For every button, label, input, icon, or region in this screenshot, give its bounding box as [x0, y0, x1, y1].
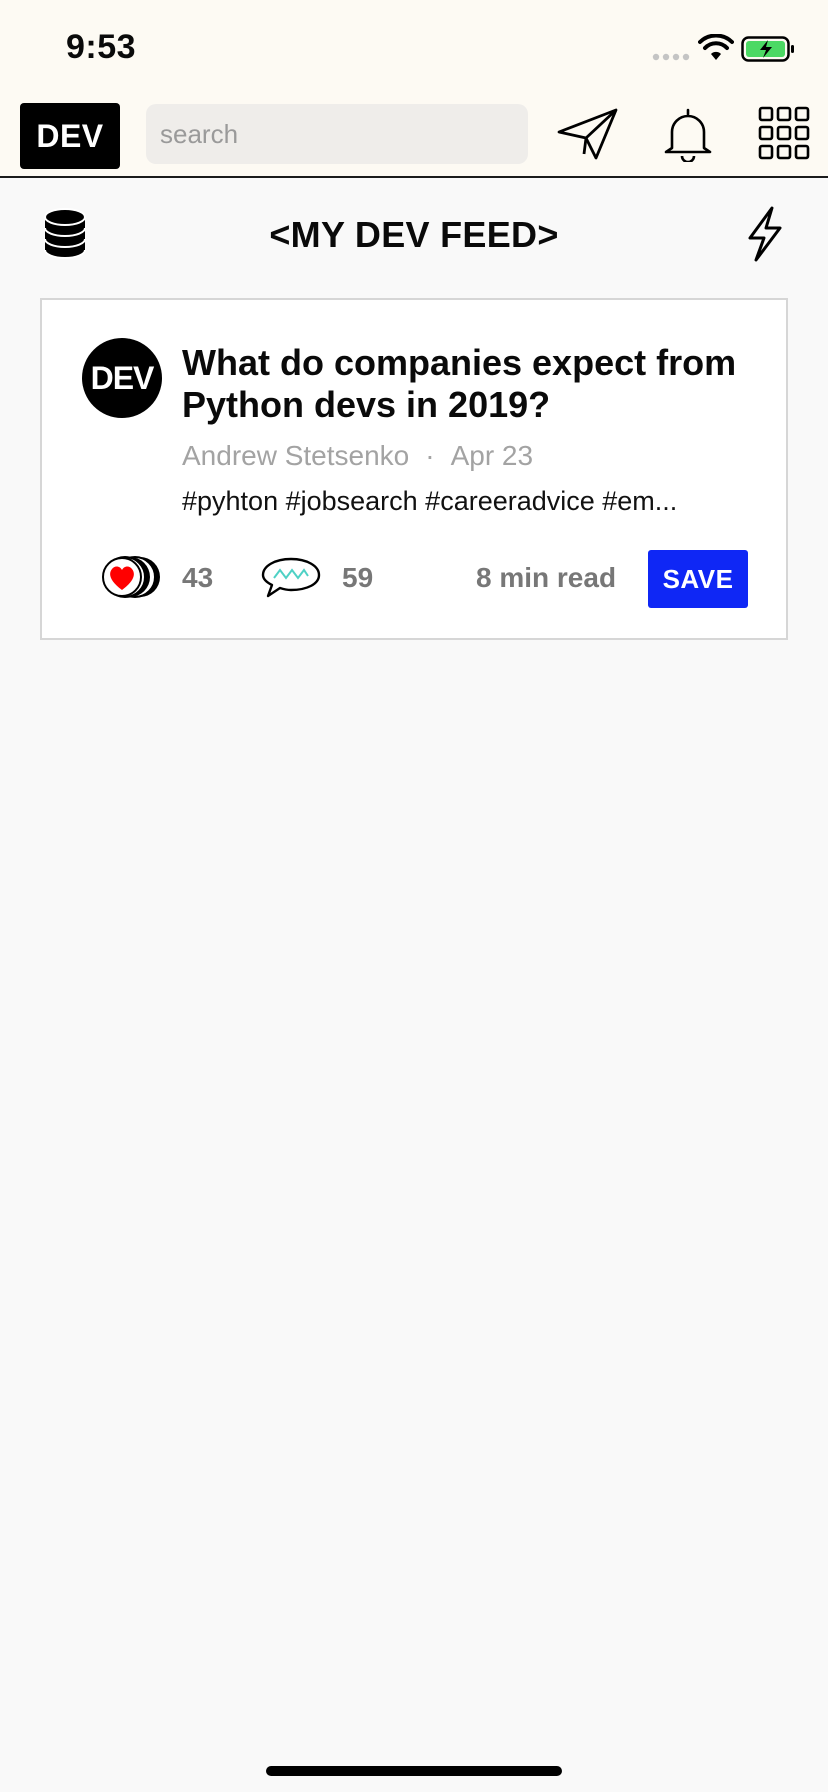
meta-separator: · — [425, 440, 435, 471]
lightning-bolt-icon[interactable] — [742, 206, 786, 262]
send-icon[interactable] — [556, 106, 620, 162]
feed-header: <MY DEV FEED> — [0, 180, 828, 290]
cellular-signal-icon — [652, 53, 690, 61]
dev-logo[interactable]: DEV — [20, 103, 120, 169]
bell-icon[interactable] — [662, 106, 714, 162]
author-name[interactable]: Andrew Stetsenko — [182, 440, 409, 471]
feed-title: <MY DEV FEED> — [269, 214, 559, 255]
author-avatar[interactable]: DEV — [82, 338, 162, 418]
search-input[interactable] — [146, 104, 528, 164]
publish-date: Apr 23 — [450, 440, 534, 471]
status-bar: 9:53 — [0, 0, 828, 92]
read-time: 8 min read — [476, 562, 617, 593]
battery-icon — [741, 36, 794, 62]
reactions-count: 43 — [182, 562, 214, 593]
article-card[interactable]: DEV What do companies expect from Python… — [40, 298, 788, 640]
heart-reactions-icon[interactable] — [100, 554, 164, 600]
comment-bubble-icon[interactable] — [260, 556, 322, 600]
home-indicator[interactable] — [266, 1766, 562, 1776]
comments-count: 59 — [342, 562, 374, 593]
article-tags[interactable]: #pyhton #jobsearch #careeradvice #em... — [182, 486, 742, 517]
top-navigation-bar: DEV — [0, 92, 828, 178]
wifi-icon — [698, 34, 734, 60]
article-title[interactable]: What do companies expect from Python dev… — [182, 342, 762, 426]
status-time: 9:53 — [66, 28, 137, 66]
save-button[interactable]: SAVE — [648, 550, 748, 608]
article-meta: Andrew Stetsenko · Apr 23 — [182, 440, 762, 472]
grid-menu-icon[interactable] — [758, 106, 810, 160]
